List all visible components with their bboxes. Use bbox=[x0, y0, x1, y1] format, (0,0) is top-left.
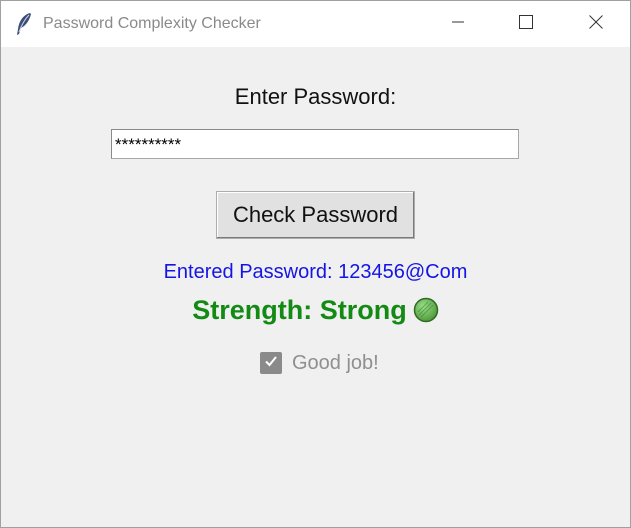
check-password-button[interactable]: Check Password bbox=[216, 191, 415, 239]
feedback-text: Good job! bbox=[292, 351, 379, 374]
green-circle-icon bbox=[413, 297, 439, 323]
checkmark-icon bbox=[263, 353, 279, 374]
maximize-icon bbox=[518, 14, 534, 35]
window-title: Password Complexity Checker bbox=[43, 15, 261, 32]
maximize-button[interactable] bbox=[503, 1, 549, 47]
title-bar[interactable]: Password Complexity Checker bbox=[1, 1, 630, 47]
password-prompt-label: Enter Password: bbox=[234, 84, 397, 109]
close-button[interactable] bbox=[573, 1, 619, 47]
entered-password-text: Entered Password: 123456@Com bbox=[163, 261, 468, 283]
close-icon bbox=[588, 14, 604, 35]
feedback-checkbox[interactable] bbox=[260, 352, 282, 374]
main-content: Enter Password: Check Password Entered P… bbox=[1, 47, 630, 527]
password-input[interactable] bbox=[111, 129, 519, 159]
feedback-checkbox-row[interactable]: Good job! bbox=[260, 351, 379, 375]
minimize-button[interactable] bbox=[435, 1, 481, 47]
strength-text: Strength: Strong bbox=[192, 295, 407, 325]
minimize-icon bbox=[450, 14, 466, 35]
feather-icon bbox=[15, 12, 33, 36]
strength-result: Strength: Strong bbox=[1, 295, 630, 326]
app-window: Password Complexity Checker Enter Passwo… bbox=[0, 0, 631, 528]
